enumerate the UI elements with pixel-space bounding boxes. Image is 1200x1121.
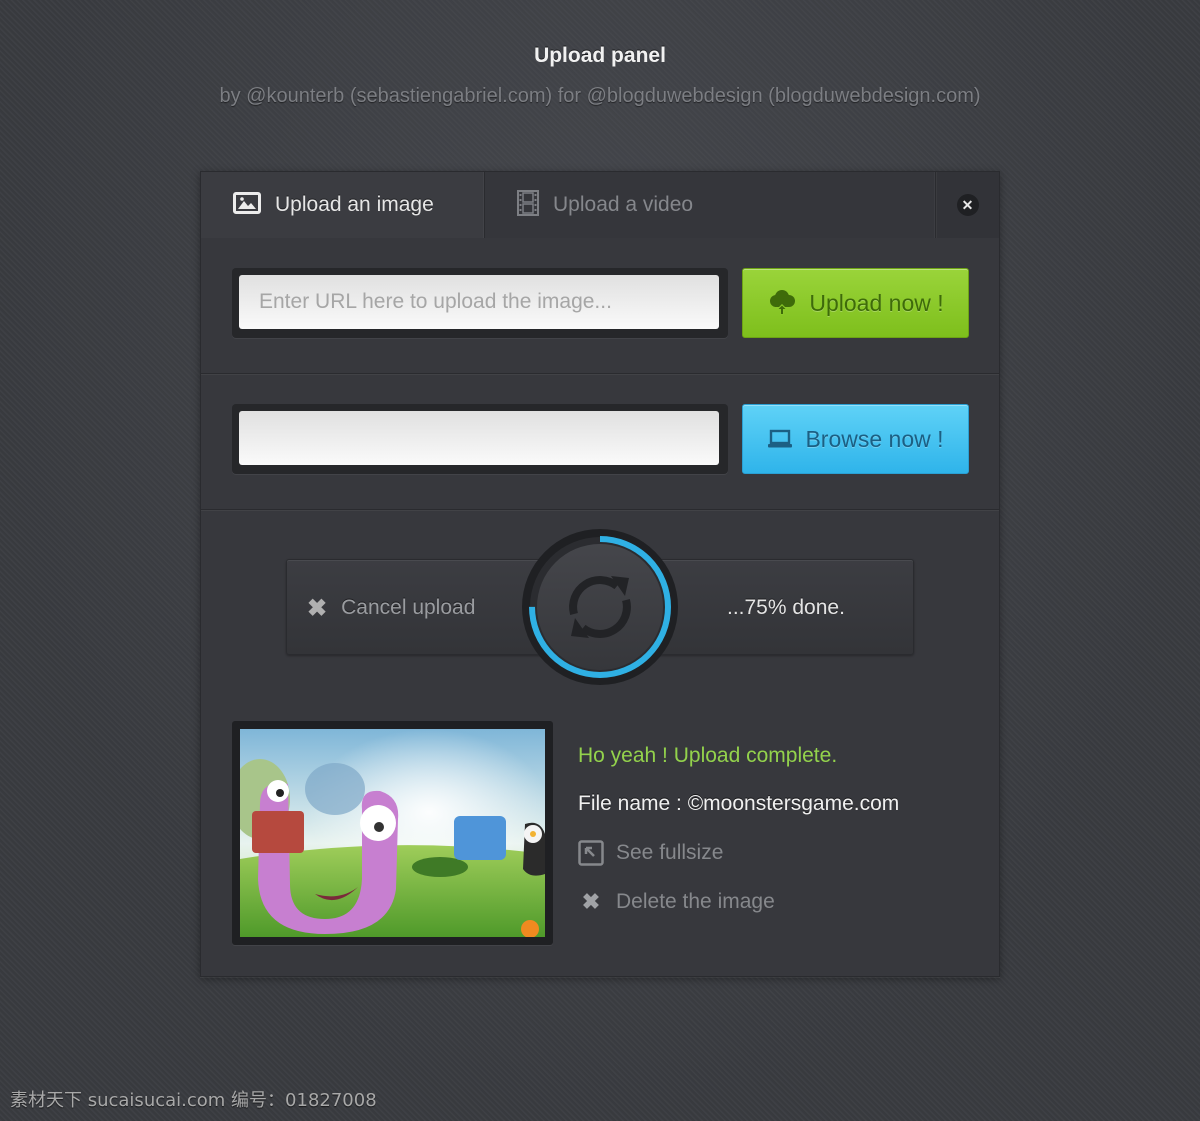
- see-fullsize-label: See fullsize: [616, 841, 724, 864]
- url-upload-row: Upload now !: [201, 238, 999, 374]
- expand-icon: [578, 840, 604, 866]
- file-path-input[interactable]: [239, 411, 719, 465]
- cancel-icon: ✖: [307, 594, 328, 622]
- film-icon: [517, 189, 539, 221]
- delete-image-label: Delete the image: [616, 890, 775, 913]
- close-button[interactable]: ✕: [936, 172, 999, 238]
- laptop-icon: [767, 429, 793, 449]
- upload-now-label: Upload now !: [809, 289, 944, 316]
- cancel-upload-button[interactable]: ✖ Cancel upload: [307, 560, 475, 656]
- tab-upload-video[interactable]: Upload a video: [485, 172, 936, 238]
- file-field-frame: [232, 404, 728, 474]
- watermark: 素材天下 sucaisucai.com 编号：01827008: [10, 1090, 377, 1111]
- page-subtitle: by @kounterb (sebastiengabriel.com) for …: [219, 85, 981, 107]
- file-name: File name : ©moonstersgame.com: [578, 792, 900, 815]
- upload-result: Ho yeah ! Upload complete. File name : ©…: [201, 710, 999, 976]
- tab-bar: Upload an image Upload a video ✕: [201, 172, 999, 238]
- thumbnail-frame: [232, 721, 553, 945]
- browse-now-label: Browse now !: [805, 425, 944, 452]
- delete-icon: ✖: [581, 889, 601, 914]
- url-field-frame: [232, 268, 728, 338]
- upload-status: Ho yeah ! Upload complete.: [578, 744, 838, 767]
- browse-row: Browse now !: [201, 374, 999, 510]
- image-icon: [233, 191, 261, 219]
- tab-label: Upload a video: [553, 193, 694, 216]
- upload-now-button[interactable]: Upload now !: [742, 268, 969, 338]
- tab-label: Upload an image: [275, 193, 434, 216]
- uploaded-image-thumbnail[interactable]: [240, 729, 545, 937]
- see-fullsize-link[interactable]: See fullsize: [578, 840, 723, 866]
- browse-now-button[interactable]: Browse now !: [742, 404, 969, 474]
- cloud-upload-icon: [767, 290, 797, 316]
- page-title: Upload panel: [534, 44, 666, 67]
- url-input[interactable]: [239, 275, 719, 329]
- delete-image-link[interactable]: ✖ Delete the image: [578, 889, 775, 915]
- close-icon: ✕: [956, 194, 979, 216]
- progress-percent-label: ...75% done.: [727, 596, 845, 619]
- tab-upload-image[interactable]: Upload an image: [201, 172, 485, 238]
- upload-progress: ✖ Cancel upload ...75% done.: [201, 510, 999, 710]
- upload-panel: Upload an image Upload a video ✕ Enter U…: [200, 171, 1000, 977]
- progress-ring: [522, 529, 678, 685]
- cancel-upload-label: Cancel upload: [341, 596, 476, 619]
